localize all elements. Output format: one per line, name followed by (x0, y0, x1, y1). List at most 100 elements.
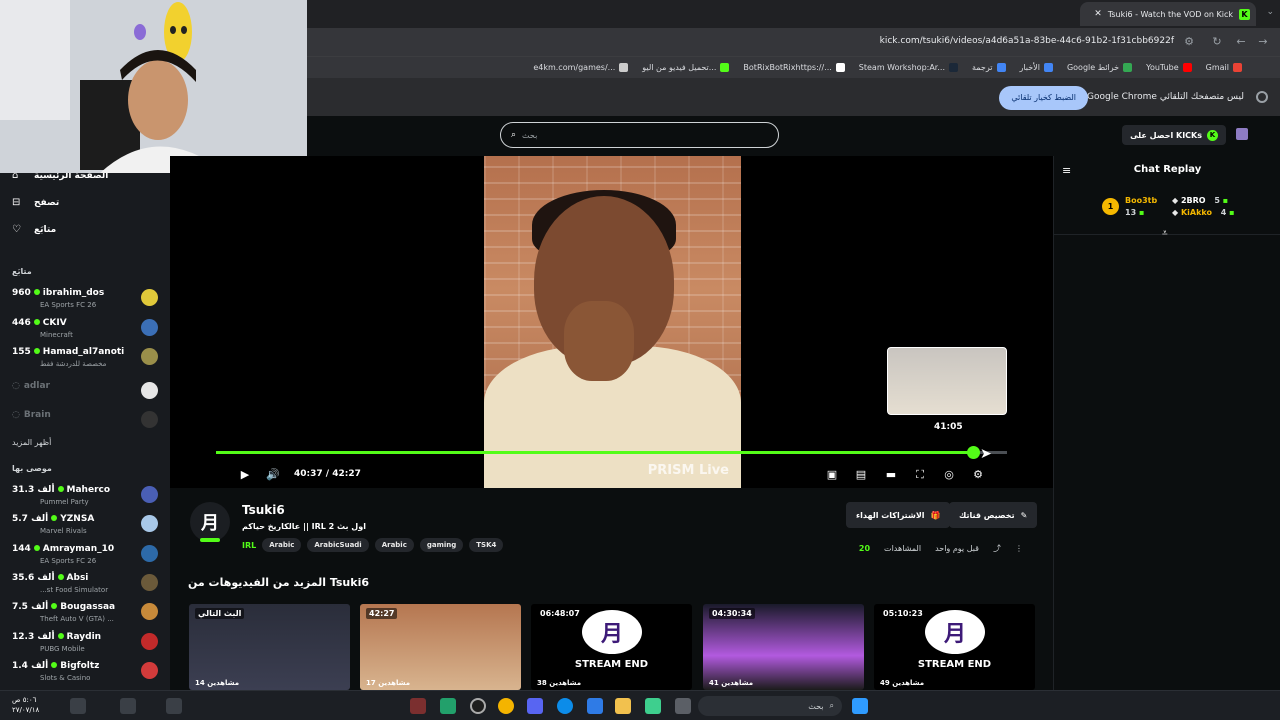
sidebar-channel[interactable]: 1.4 ألف Bigfoltz Slots & Casino (12, 659, 162, 687)
channel-entry: 7.5 ألف Bougassaa (12, 602, 115, 612)
video-thumbnail[interactable]: 月 STREAM END 05:10:23 49 مشاهدين (874, 604, 1035, 690)
customize-channel-button[interactable]: تخصيص قناتك ✎ (949, 502, 1038, 528)
tab-search-icon[interactable]: ⌄ (1266, 7, 1274, 17)
volume-icon[interactable]: 🔊 (266, 468, 280, 482)
tag-chip[interactable]: gaming (419, 538, 464, 552)
tag-chip[interactable]: Arabic (374, 538, 414, 552)
store-icon[interactable] (587, 698, 603, 714)
back-icon[interactable]: → (1256, 35, 1270, 49)
clock-time: ٥:٠٦ ص (12, 696, 37, 704)
show-more-link[interactable]: أظهر المزيد (12, 438, 51, 447)
site-info-icon[interactable]: ⚙ (1182, 35, 1196, 49)
url-field[interactable]: kick.com/tsuki6/videos/a4d6a51a-83be-44c… (880, 36, 1174, 46)
search-icon: ⌕ (511, 130, 517, 140)
app-icon[interactable] (440, 698, 456, 714)
live-dot (51, 603, 58, 610)
channel-entry: 35.6 ألف Absi (12, 573, 88, 583)
taskbar-search-input[interactable]: بحث ⌕ (698, 696, 842, 716)
video-player[interactable]: PRISM Live 41:05 ➤ ▶ 🔊 40:37 / 42:27 ▣ ▤… (170, 156, 1053, 488)
epic-games-icon[interactable] (410, 698, 426, 714)
sidebar-channel[interactable]: 155 Hamad_al7anoti مخصصة للدردشة فقط (12, 345, 162, 373)
task-view-icon[interactable] (675, 698, 691, 714)
windows-start-icon[interactable] (852, 698, 868, 714)
browser-tab[interactable]: ✕ Tsuki6 - Watch the VOD on Kick K (1080, 2, 1256, 26)
sidebar-nav-item[interactable]: تصفح (34, 198, 59, 208)
get-kicks-button[interactable]: احصل على KICKs K (1122, 125, 1226, 145)
theatre-mode-icon[interactable]: ▬ (884, 468, 898, 482)
sidebar-channel[interactable]: ◌ Brain (12, 408, 162, 436)
search-input[interactable]: ⌕ بحث (500, 122, 779, 148)
leader-name: Boo3tb (1125, 196, 1158, 205)
sidebar-channel[interactable]: 144 Amrayman_10 EA Sports FC 26 (12, 542, 162, 570)
sidebar-channel[interactable]: ◌ adlar (12, 379, 162, 407)
video-thumbnail[interactable]: 42:27 17 مشاهدين (360, 604, 521, 690)
channel-avatar[interactable]: 月 (190, 502, 230, 542)
bookmark-item[interactable]: e4km.com/games/... (533, 63, 629, 72)
reload-icon[interactable]: ↻ (1210, 35, 1224, 49)
infobar-message: Google Chrome ليس متصفحك التلقائي (1087, 92, 1244, 102)
pip-icon[interactable]: ▣ (825, 468, 839, 482)
close-tab-icon[interactable]: ✕ (1094, 9, 1102, 19)
bookmark-item[interactable]: ترجمة (972, 63, 1006, 72)
sidebar-channel[interactable]: 12.3 ألف Raydin PUBG Mobile (12, 630, 162, 658)
user-avatar[interactable] (1236, 128, 1248, 140)
progress-bar[interactable] (216, 446, 1007, 459)
quality-icon[interactable]: ◎ (942, 468, 956, 482)
category-link[interactable]: IRL (242, 541, 256, 550)
video-thumbnail[interactable]: 04:30:34 41 مشاهدين (703, 604, 864, 690)
sidebar-channel[interactable]: 35.6 ألف Absi ...st Food Simulator (12, 571, 162, 599)
tag-chip[interactable]: TSK4 (469, 538, 504, 552)
channel-name[interactable]: Tsuki6 (242, 503, 285, 517)
settings-gear-icon[interactable]: ⚙ (971, 468, 985, 482)
file-explorer-icon[interactable] (615, 698, 631, 714)
chrome-icon (1256, 91, 1268, 103)
discord-icon[interactable] (527, 698, 543, 714)
chrome-taskbar-icon[interactable] (498, 698, 514, 714)
tab-title: Tsuki6 - Watch the VOD on Kick (1107, 9, 1233, 19)
more-options-icon[interactable]: ⋮ (1015, 544, 1023, 553)
clip-icon[interactable]: ▤ (854, 468, 868, 482)
video-thumbnail[interactable]: البث التالي 14 مشاهدين (189, 604, 350, 690)
tag-chip[interactable]: Arabic (262, 538, 302, 552)
sidebar-channel[interactable]: 960 ibrahim_dos EA Sports FC 26 (12, 286, 162, 314)
bookmark-item[interactable]: YouTube (1146, 63, 1192, 72)
forward-icon[interactable]: ← (1234, 35, 1248, 49)
bookmark-item[interactable]: Steam Workshop:Ar... (859, 63, 958, 72)
live-dot (33, 348, 40, 354)
play-icon[interactable]: ▶ (238, 468, 252, 482)
bookmark-item[interactable]: Gmail (1206, 63, 1242, 72)
tray-icon[interactable] (70, 698, 86, 714)
duration: 42:27 (332, 469, 361, 479)
steam-icon[interactable] (470, 698, 486, 714)
sidebar-nav-item[interactable]: متابَع (34, 225, 56, 235)
taskbar-clock[interactable]: ٥:٠٦ ص ٢٧/٠٧/١٨ (12, 695, 39, 715)
network-icon[interactable] (166, 698, 182, 714)
recommended-heading: موصى بها (12, 464, 52, 473)
bookmark-item[interactable]: BotRixBotRixhttps://... (743, 63, 845, 72)
video-thumbnail[interactable]: 月 STREAM END 06:48:07 38 مشاهدين (531, 604, 692, 690)
sidebar-channel[interactable]: 446 CKIV Minecraft (12, 316, 162, 344)
edge-icon[interactable] (557, 698, 573, 714)
bookmark-item[interactable]: Google خرائط (1066, 63, 1133, 72)
tag-chip[interactable]: ArabicSuadi (307, 538, 369, 552)
bookmark-item[interactable]: الأخبار (1020, 63, 1053, 72)
share-icon[interactable]: ⤴ (993, 543, 1001, 554)
channel-name: Absi (66, 572, 89, 583)
bookmark-favicon-icon (1182, 63, 1192, 72)
bookmark-label: Google خرائط (1066, 63, 1120, 72)
expand-leaderboard-icon[interactable]: ⩡ (1162, 228, 1168, 239)
app-icon[interactable] (645, 698, 661, 714)
viewer-count: 960 (12, 288, 31, 298)
channel-entry: 1.4 ألف Bigfoltz (12, 661, 99, 671)
set-default-button[interactable]: الضبط كخيار تلقائي (999, 86, 1088, 110)
channel-category: EA Sports FC 26 (40, 556, 97, 565)
fullscreen-icon[interactable]: ⛶ (913, 468, 927, 482)
sidebar-channel[interactable]: 7.5 ألف Bougassaa Theft Auto V (GTA) ... (12, 600, 162, 628)
bookmark-label: الأخبار (1019, 63, 1040, 72)
progress-handle[interactable] (966, 446, 980, 459)
sidebar-channel[interactable]: 5.7 ألف YZNSA Marvel Rivals (12, 512, 162, 540)
bookmark-item[interactable]: تحميل فيديو من اليو... (642, 63, 730, 72)
microphone-icon[interactable] (120, 698, 136, 714)
sidebar-channel[interactable]: 31.3 ألف Maherco Pummel Party (12, 483, 162, 511)
gift-subs-button[interactable]: الاشتراكات الهداء 🎁 (846, 502, 951, 528)
